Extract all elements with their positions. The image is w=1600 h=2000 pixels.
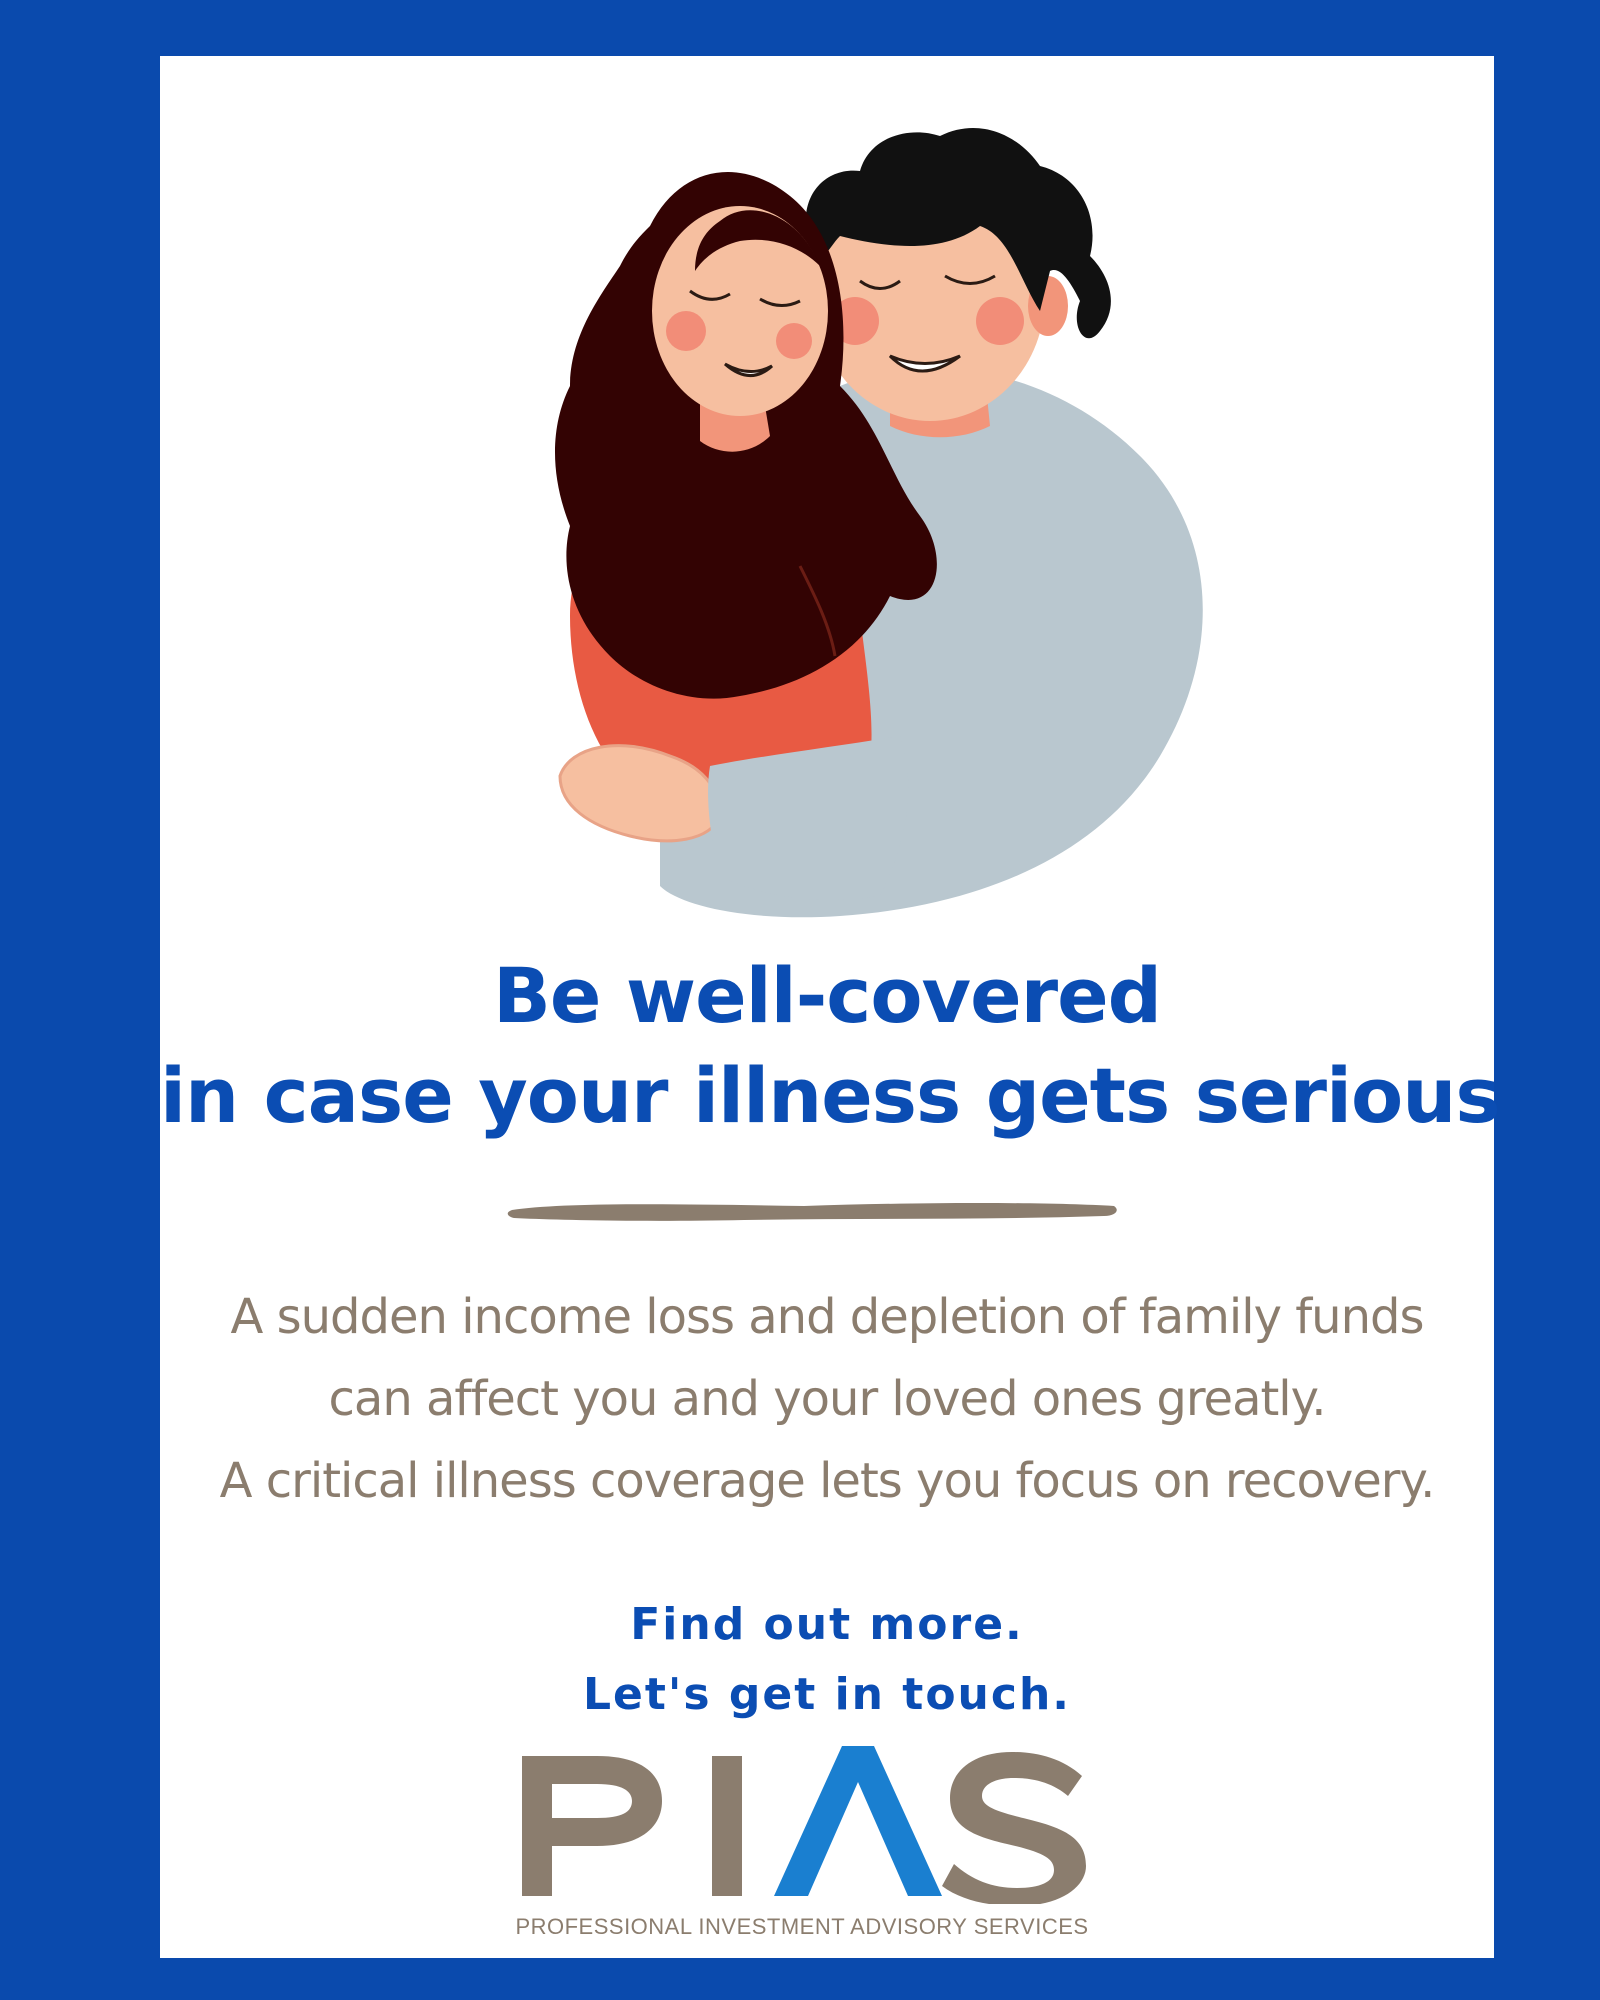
body-line-3: A critical illness coverage lets you foc…: [219, 1453, 1436, 1509]
cta-line-2: Let's get in touch.: [582, 1669, 1071, 1720]
pias-wordmark: [522, 1746, 1086, 1904]
poster-card: Be well-covered in case your illness get…: [160, 56, 1501, 1958]
headline-line-2: in case your illness gets serious: [160, 1051, 1501, 1140]
pias-logo: PROFESSIONAL INVESTMENT ADVISORY SERVICE…: [502, 1746, 1102, 1946]
body-line-1: A sudden income loss and depletion of fa…: [230, 1289, 1425, 1345]
logo-tagline: PROFESSIONAL INVESTMENT ADVISORY SERVICE…: [515, 1914, 1089, 1939]
headline: Be well-covered in case your illness get…: [160, 946, 1501, 1146]
hugging-couple-illustration: [555, 127, 1203, 918]
cta-line-1: Find out more.: [630, 1599, 1024, 1650]
body-line-2: can affect you and your loved ones great…: [328, 1371, 1327, 1427]
brush-stroke-divider: [507, 1203, 1117, 1221]
call-to-action: Find out more. Let's get in touch.: [160, 1590, 1494, 1730]
headline-line-1: Be well-covered: [492, 951, 1162, 1040]
body-text: A sudden income loss and depletion of fa…: [160, 1276, 1494, 1522]
